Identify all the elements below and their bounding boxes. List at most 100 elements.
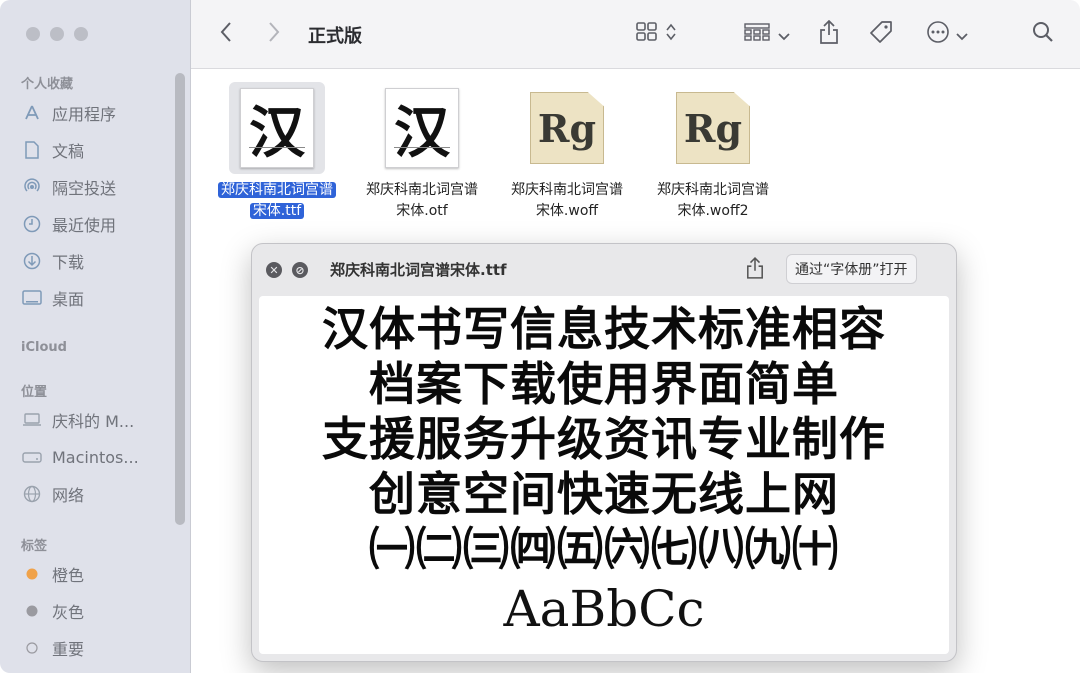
view-mode-button[interactable] bbox=[636, 20, 676, 48]
sidebar-item-network[interactable]: 网络 bbox=[22, 481, 182, 507]
file-thumbnail: 汉 bbox=[374, 82, 470, 174]
font-sample-area: 汉体书写信息技术标准相容 档案下载使用界面简单 支援服务升级资讯专业制作 创意空… bbox=[259, 296, 949, 654]
group-button[interactable] bbox=[744, 20, 790, 48]
sample-line: 创意空间快速无线上网 bbox=[369, 467, 839, 521]
applications-icon bbox=[22, 104, 42, 122]
more-actions-button[interactable] bbox=[926, 20, 968, 48]
download-icon bbox=[22, 252, 42, 270]
file-name: 郑庆科南北词宫谱 宋体.woff bbox=[497, 180, 637, 222]
sidebar: 个人收藏 应用程序 文稿 隔空投送 最近使用 下载 桌面 iCloud 位置 庆… bbox=[0, 0, 191, 673]
chevron-left-icon bbox=[219, 21, 233, 48]
share-button[interactable] bbox=[819, 19, 839, 48]
file-item-woff[interactable]: Rg 郑庆科南北词宫谱 宋体.woff bbox=[497, 82, 637, 222]
sidebar-item-label: 桌面 bbox=[52, 290, 85, 309]
sidebar-item-recents[interactable]: 最近使用 bbox=[22, 211, 182, 237]
toolbar: 正式版 bbox=[191, 0, 1080, 69]
preview-share-button[interactable] bbox=[746, 257, 764, 284]
webfont-document-icon: Rg bbox=[530, 92, 604, 164]
search-icon bbox=[1032, 21, 1054, 48]
chevron-updown-icon bbox=[666, 22, 676, 46]
sidebar-scrollbar[interactable] bbox=[175, 73, 185, 525]
sidebar-section-icloud: iCloud bbox=[21, 340, 67, 355]
sidebar-item-label: 最近使用 bbox=[52, 216, 117, 235]
tag-button[interactable] bbox=[869, 20, 893, 48]
sidebar-item-desktop[interactable]: 桌面 bbox=[22, 285, 182, 311]
quick-look-panel: ✕ ⊘ 郑庆科南北词宫谱宋体.ttf 通过“字体册”打开 汉体书写信息技术标准相… bbox=[251, 243, 957, 662]
sidebar-item-label: 灰色 bbox=[52, 603, 85, 622]
file-thumbnail: 汉 bbox=[229, 82, 325, 174]
file-name: 郑庆科南北词宫谱 宋体.woff2 bbox=[643, 180, 783, 222]
sidebar-section-favorites: 个人收藏 bbox=[21, 77, 74, 92]
file-name-line2: 宋体.woff2 bbox=[677, 203, 749, 219]
document-icon bbox=[22, 141, 42, 159]
sidebar-tag-important[interactable]: 重要 bbox=[22, 635, 182, 661]
chevron-down-icon bbox=[956, 22, 968, 46]
sidebar-item-label: 应用程序 bbox=[52, 105, 117, 124]
file-name-line2: 宋体.ttf bbox=[249, 203, 305, 219]
sidebar-item-macintosh-hd[interactable]: Macintos... bbox=[22, 444, 182, 470]
empty-tag-dot-icon bbox=[22, 642, 42, 654]
file-item-woff2[interactable]: Rg 郑庆科南北词宫谱 宋体.woff2 bbox=[643, 82, 783, 222]
close-icon[interactable]: ✕ bbox=[266, 262, 282, 278]
group-icon bbox=[744, 22, 770, 47]
file-item-otf[interactable]: 汉 郑庆科南北词宫谱 宋体.otf bbox=[352, 82, 492, 222]
finder-window: 个人收藏 应用程序 文稿 隔空投送 最近使用 下载 桌面 iCloud 位置 庆… bbox=[0, 0, 1080, 673]
share-icon bbox=[746, 257, 764, 284]
thumbnail-glyph: 汉 bbox=[394, 99, 450, 166]
chevron-right-icon bbox=[267, 21, 281, 48]
file-name-line1: 郑庆科南北词宫谱 bbox=[657, 182, 769, 198]
sidebar-item-macbook[interactable]: 庆科的 M... bbox=[22, 407, 182, 433]
preview-title: 郑庆科南北词宫谱宋体.ttf bbox=[330, 261, 507, 279]
sidebar-tag-gray[interactable]: 灰色 bbox=[22, 598, 182, 624]
sidebar-tag-orange[interactable]: 橙色 bbox=[22, 561, 182, 587]
minimize-window-button[interactable] bbox=[50, 27, 64, 41]
webfont-document-icon: Rg bbox=[676, 92, 750, 164]
file-name-line1: 郑庆科南北词宫谱 bbox=[366, 182, 478, 198]
clock-icon bbox=[22, 215, 42, 233]
file-item-ttf[interactable]: 汉 郑庆科南北词宫谱 宋体.ttf bbox=[207, 82, 347, 222]
forward-button[interactable] bbox=[267, 20, 281, 48]
tag-icon bbox=[869, 20, 893, 49]
window-title: 正式版 bbox=[308, 26, 362, 47]
font-preview-icon: 汉 bbox=[240, 88, 314, 168]
laptop-icon bbox=[22, 413, 42, 427]
sample-latin-line: AaBbCc bbox=[503, 580, 705, 638]
sample-line: ㈠㈡㈢㈣㈤㈥㈦㈧㈨㈩ bbox=[369, 522, 839, 576]
sidebar-section-locations: 位置 bbox=[21, 385, 48, 400]
file-name-line2: 宋体.woff bbox=[535, 203, 599, 219]
grid-view-icon bbox=[636, 21, 658, 47]
file-thumbnail: Rg bbox=[519, 82, 615, 174]
sidebar-item-label: 橙色 bbox=[52, 566, 85, 585]
file-name-line1: 郑庆科南北词宫谱 bbox=[218, 182, 336, 198]
sidebar-item-label: 文稿 bbox=[52, 142, 85, 161]
sidebar-item-label: 庆科的 M... bbox=[52, 412, 135, 431]
window-controls bbox=[26, 27, 88, 41]
file-name-line2: 宋体.otf bbox=[396, 203, 448, 219]
sample-line: 档案下载使用界面简单 bbox=[369, 357, 839, 411]
zoom-window-button[interactable] bbox=[74, 27, 88, 41]
open-with-font-book-button[interactable]: 通过“字体册”打开 bbox=[786, 254, 917, 284]
file-name-line1: 郑庆科南北词宫谱 bbox=[511, 182, 623, 198]
thumbnail-glyph: Rg bbox=[683, 105, 743, 151]
sample-line: 支援服务升级资讯专业制作 bbox=[322, 412, 886, 466]
thumbnail-glyph: 汉 bbox=[249, 99, 305, 166]
sidebar-item-airdrop[interactable]: 隔空投送 bbox=[22, 174, 182, 200]
close-window-button[interactable] bbox=[26, 27, 40, 41]
search-button[interactable] bbox=[1032, 20, 1054, 48]
file-name: 郑庆科南北词宫谱 宋体.otf bbox=[352, 180, 492, 222]
sidebar-item-label: 网络 bbox=[52, 486, 85, 505]
sidebar-item-applications[interactable]: 应用程序 bbox=[22, 100, 182, 126]
sidebar-item-label: 隔空投送 bbox=[52, 179, 117, 198]
back-button[interactable] bbox=[219, 20, 233, 48]
more-icon bbox=[926, 20, 950, 49]
thumbnail-glyph: Rg bbox=[537, 105, 597, 151]
sidebar-item-downloads[interactable]: 下载 bbox=[22, 248, 182, 274]
globe-icon bbox=[22, 485, 42, 503]
file-name: 郑庆科南北词宫谱 宋体.ttf bbox=[207, 180, 347, 222]
sidebar-item-documents[interactable]: 文稿 bbox=[22, 137, 182, 163]
orange-tag-dot-icon bbox=[22, 568, 42, 580]
sidebar-section-tags: 标签 bbox=[21, 539, 48, 554]
sidebar-item-label: 下载 bbox=[52, 253, 85, 272]
file-thumbnail: Rg bbox=[665, 82, 761, 174]
fullscreen-icon[interactable]: ⊘ bbox=[292, 262, 308, 278]
